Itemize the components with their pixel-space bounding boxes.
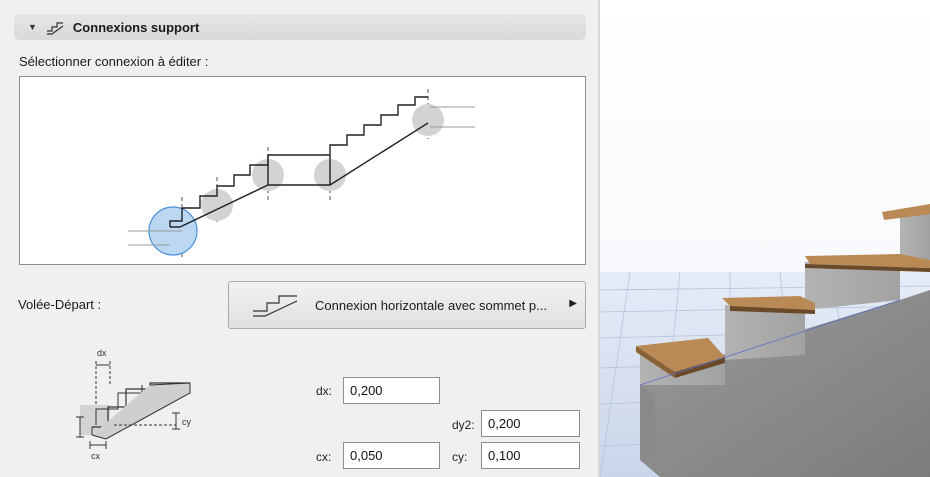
settings-panel: ▼ Connexions support Sélectionner connex… [0, 0, 598, 477]
section-header[interactable]: ▼ Connexions support [14, 14, 586, 40]
dropdown-arrow-icon: ▶ [569, 298, 577, 309]
connection-row-label: Volée-Départ : [18, 297, 102, 312]
3d-preview[interactable] [600, 0, 930, 477]
cy-dimension-label: cy [182, 417, 192, 427]
stair-connection-icon [46, 22, 64, 35]
cx-label: cx: [316, 450, 332, 464]
connection-type-label: Connexion horizontale avec sommet p... [315, 297, 547, 313]
cx-dimension-label: cx [91, 451, 101, 461]
select-connection-label: Sélectionner connexion à éditer : [19, 54, 209, 69]
guide-lines [181, 89, 429, 257]
connection-type-button[interactable]: Connexion horizontale avec sommet p... ▶ [228, 281, 586, 329]
cx-field[interactable] [343, 442, 440, 469]
dy2-dimension-label: dy2 [70, 423, 71, 433]
dx-field[interactable] [343, 377, 440, 404]
stair-connection-icon [253, 295, 298, 317]
collapse-triangle-icon[interactable]: ▼ [28, 22, 37, 32]
cy-label: cy: [452, 450, 468, 464]
dy2-field[interactable] [481, 410, 580, 437]
cy-field[interactable] [481, 442, 580, 469]
connection-detail-diagram: dx dy2 cy cx [70, 348, 192, 461]
connection-selector-diagram[interactable] [19, 76, 586, 265]
dy2-label: dy2: [452, 418, 475, 432]
connection-point-end[interactable] [412, 104, 444, 136]
dx-label: dx: [316, 384, 333, 398]
dx-dimension-label: dx [97, 348, 107, 358]
section-title: Connexions support [72, 19, 200, 35]
